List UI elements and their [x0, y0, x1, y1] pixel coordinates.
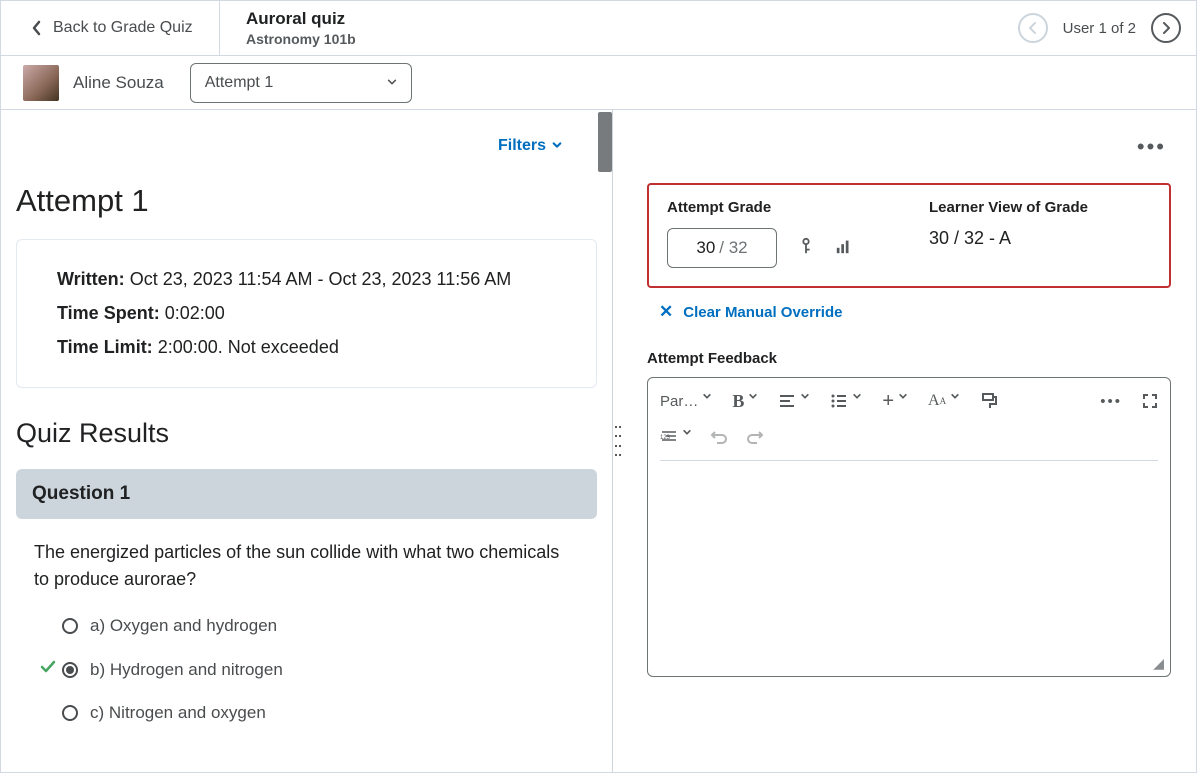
more-toolbar-button[interactable]: •••	[1098, 388, 1124, 414]
left-pane: Filters Attempt 1 Written: Oct 23, 2023 …	[1, 110, 613, 772]
scrollbar[interactable]	[598, 112, 612, 172]
option-a: a) Oxygen and hydrogen	[34, 616, 579, 636]
chevron-down-icon[interactable]	[700, 388, 714, 414]
radio-icon	[62, 618, 78, 634]
written-value: Oct 23, 2023 11:54 AM - Oct 23, 2023 11:…	[130, 269, 512, 289]
option-label: c) Nitrogen and oxygen	[90, 703, 266, 723]
question-text: The energized particles of the sun colli…	[16, 539, 597, 595]
svg-text:123: 123	[660, 435, 671, 441]
chevron-down-icon[interactable]	[850, 388, 864, 414]
top-header: Back to Grade Quiz Auroral quiz Astronom…	[1, 1, 1196, 56]
learner-view-value: 30 / 32 - A	[929, 228, 1151, 249]
indent-button[interactable]: 123	[658, 424, 680, 450]
question-options: a) Oxygen and hydrogen b) Hydrogen and n…	[16, 616, 597, 723]
option-label: a) Oxygen and hydrogen	[90, 616, 277, 636]
learner-view-label: Learner View of Grade	[929, 199, 1151, 216]
chevron-down-icon[interactable]	[746, 388, 760, 414]
timespent-label: Time Spent:	[57, 303, 160, 323]
next-user-button[interactable]	[1151, 13, 1181, 43]
course-name: Astronomy 101b	[246, 31, 1003, 47]
chevron-down-icon[interactable]	[948, 388, 962, 414]
title-area: Auroral quiz Astronomy 101b	[220, 9, 1003, 47]
chevron-down-icon	[387, 74, 397, 92]
quiz-title: Auroral quiz	[246, 9, 1003, 29]
results-heading: Quiz Results	[16, 418, 597, 449]
mark-col	[34, 658, 62, 681]
attempt-select[interactable]: Attempt 1	[190, 63, 412, 103]
option-b: b) Hydrogen and nitrogen	[34, 658, 579, 681]
user-counter: User 1 of 2	[1063, 20, 1136, 37]
radio-icon	[62, 705, 78, 721]
stats-icon[interactable]	[835, 237, 853, 259]
chevron-left-icon	[1027, 22, 1039, 34]
filters-button[interactable]: Filters	[498, 137, 562, 155]
option-label: b) Hydrogen and nitrogen	[90, 660, 283, 680]
fullscreen-button[interactable]	[1140, 388, 1160, 414]
feedback-editor: Par… B	[647, 377, 1171, 677]
font-button[interactable]: AA	[926, 388, 948, 414]
chevron-down-icon[interactable]	[798, 388, 812, 414]
option-c: c) Nitrogen and oxygen	[34, 703, 579, 723]
filters-label: Filters	[498, 137, 546, 155]
paragraph-style-button[interactable]: Par…	[658, 388, 700, 414]
chevron-down-icon	[552, 137, 562, 155]
undo-button[interactable]	[708, 424, 730, 450]
student-name: Aline Souza	[73, 73, 164, 93]
list-button[interactable]	[828, 388, 850, 414]
more-actions-button[interactable]: •••	[1137, 134, 1166, 160]
prev-user-button[interactable]	[1018, 13, 1048, 43]
check-icon	[39, 658, 57, 681]
chevron-down-icon[interactable]	[680, 424, 694, 450]
align-button[interactable]	[776, 388, 798, 414]
attempt-grade-label: Attempt Grade	[667, 199, 889, 216]
format-painter-button[interactable]	[978, 388, 1000, 414]
timelimit-value: 2:00:00. Not exceeded	[158, 337, 339, 357]
back-label: Back to Grade Quiz	[53, 19, 193, 37]
question-header: Question 1	[16, 469, 597, 519]
attempt-select-label: Attempt 1	[205, 74, 273, 92]
written-label: Written:	[57, 269, 125, 289]
editor-toolbar: Par… B	[648, 378, 1170, 452]
radio-selected-icon	[62, 662, 78, 678]
chevron-right-icon	[1160, 22, 1172, 34]
avatar	[23, 65, 59, 101]
attempt-info-card: Written: Oct 23, 2023 11:54 AM - Oct 23,…	[16, 239, 597, 388]
user-nav: User 1 of 2	[1003, 13, 1196, 43]
grade-value: 30	[696, 238, 715, 258]
chevron-down-icon[interactable]	[896, 388, 910, 414]
insert-button[interactable]: +	[880, 388, 896, 414]
clear-override-button[interactable]: ✕ Clear Manual Override	[659, 302, 1171, 322]
sub-header: Aline Souza Attempt 1	[1, 56, 1196, 110]
timelimit-label: Time Limit:	[57, 337, 153, 357]
key-icon[interactable]	[797, 237, 815, 259]
chevron-left-icon	[31, 20, 43, 36]
grade-denominator: / 32	[719, 238, 747, 258]
attempt-heading: Attempt 1	[16, 183, 597, 219]
redo-button[interactable]	[744, 424, 766, 450]
resize-handle[interactable]: ◢	[1153, 655, 1164, 672]
back-to-grade-quiz-button[interactable]: Back to Grade Quiz	[1, 1, 220, 55]
main-split: Filters Attempt 1 Written: Oct 23, 2023 …	[1, 110, 1196, 772]
clear-override-label: Clear Manual Override	[683, 304, 842, 321]
close-icon: ✕	[659, 302, 673, 322]
grade-input[interactable]: 30 / 32	[667, 228, 777, 268]
right-pane: ••• Attempt Grade 30 / 32	[613, 110, 1196, 772]
timespent-value: 0:02:00	[165, 303, 225, 323]
bold-button[interactable]: B	[730, 388, 746, 414]
feedback-label: Attempt Feedback	[647, 350, 1171, 367]
editor-body[interactable]	[660, 460, 1158, 670]
grade-box: Attempt Grade 30 / 32	[647, 183, 1171, 288]
